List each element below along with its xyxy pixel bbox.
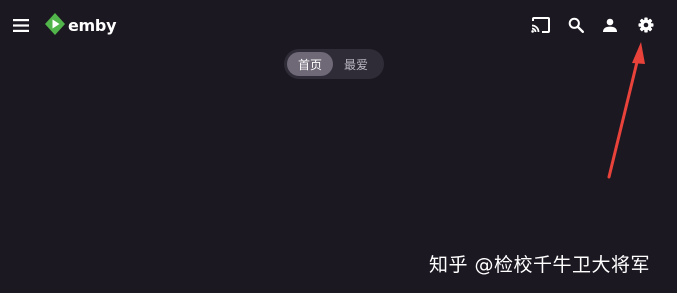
home-tabs: 首页 最爱 [284, 49, 384, 79]
logo-text: emby [68, 16, 117, 35]
gear-icon[interactable] [634, 13, 658, 37]
user-icon[interactable] [598, 13, 622, 37]
emby-home-screen: emby 首页 最爱 知乎 @检校千牛卫大将军 [0, 0, 677, 293]
search-icon[interactable] [564, 13, 588, 37]
watermark-text: 知乎 @检校千牛卫大将军 [429, 254, 651, 276]
tab-home[interactable]: 首页 [287, 52, 333, 76]
tab-favorites[interactable]: 最爱 [333, 52, 379, 76]
hamburger-menu-icon[interactable] [11, 15, 31, 35]
emby-logo[interactable]: emby [45, 13, 117, 39]
emby-logo-icon [45, 13, 65, 39]
cast-icon[interactable] [529, 13, 553, 37]
